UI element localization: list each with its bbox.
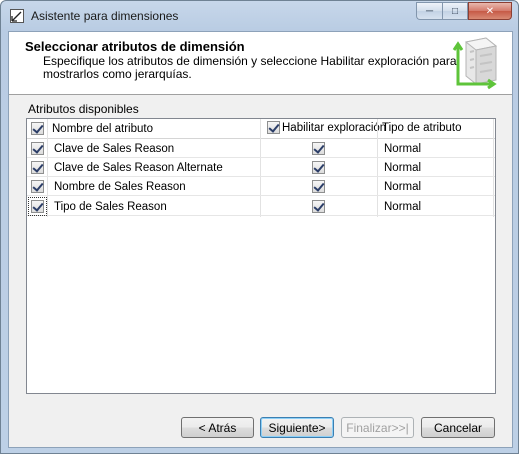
attribute-checkbox[interactable] bbox=[31, 142, 44, 155]
wizard-client-area: Seleccionar atributos de dimensión Espec… bbox=[8, 31, 513, 448]
maximize-icon: □ bbox=[451, 5, 459, 17]
attribute-checkbox[interactable] bbox=[31, 200, 44, 213]
column-header-name[interactable]: Nombre del atributo bbox=[52, 123, 153, 135]
wizard-window: Asistente para dimensiones ─ □ ✕ Selecci… bbox=[0, 0, 519, 454]
minimize-button[interactable]: ─ bbox=[416, 2, 442, 20]
finish-button[interactable]: Finalizar>>| bbox=[341, 417, 414, 438]
table-row[interactable]: Clave de Sales Reason Normal bbox=[27, 139, 495, 158]
wizard-header: Seleccionar atributos de dimensión Espec… bbox=[9, 32, 512, 95]
attribute-name: Clave de Sales Reason Alternate bbox=[54, 162, 223, 174]
page-title: Seleccionar atributos de dimensión bbox=[25, 39, 245, 54]
table-row[interactable]: Clave de Sales Reason Alternate Normal bbox=[27, 158, 495, 177]
page-description: Especifique los atributos de dimensión y… bbox=[43, 54, 457, 81]
attribute-type[interactable]: Normal bbox=[384, 162, 421, 174]
column-header-type[interactable]: Tipo de atributo bbox=[382, 122, 461, 134]
attribute-type[interactable]: Normal bbox=[384, 181, 421, 193]
table-row[interactable]: Tipo de Sales Reason Normal bbox=[27, 197, 495, 216]
dimension-cube-icon bbox=[452, 37, 498, 90]
caption-buttons: ─ □ ✕ bbox=[416, 2, 512, 20]
back-button[interactable]: < Atrás bbox=[181, 417, 254, 438]
cancel-button[interactable]: Cancelar bbox=[421, 417, 495, 438]
attribute-type[interactable]: Normal bbox=[384, 201, 421, 213]
table-row[interactable]: Nombre de Sales Reason Normal bbox=[27, 177, 495, 196]
attribute-name: Nombre de Sales Reason bbox=[54, 181, 186, 193]
title-bar[interactable]: Asistente para dimensiones ─ □ ✕ bbox=[1, 1, 518, 31]
select-all-checkbox[interactable] bbox=[31, 122, 44, 135]
grid-header: Nombre del atributo Habilitar exploració… bbox=[27, 119, 495, 139]
browse-checkbox[interactable] bbox=[312, 142, 325, 155]
attribute-name: Tipo de Sales Reason bbox=[54, 201, 167, 213]
close-button[interactable]: ✕ bbox=[468, 2, 512, 20]
browse-checkbox[interactable] bbox=[312, 180, 325, 193]
window-title: Asistente para dimensiones bbox=[31, 9, 179, 23]
browse-checkbox[interactable] bbox=[312, 200, 325, 213]
wizard-app-icon bbox=[10, 9, 24, 23]
attributes-grid: Nombre del atributo Habilitar exploració… bbox=[26, 118, 496, 394]
minimize-icon: ─ bbox=[425, 5, 434, 17]
attribute-type[interactable]: Normal bbox=[384, 143, 421, 155]
available-attributes-label: Atributos disponibles bbox=[28, 102, 139, 116]
maximize-button[interactable]: □ bbox=[442, 2, 468, 20]
attribute-checkbox[interactable] bbox=[31, 161, 44, 174]
close-icon: ✕ bbox=[485, 5, 495, 17]
browse-all-checkbox[interactable] bbox=[267, 121, 280, 134]
browse-checkbox[interactable] bbox=[312, 161, 325, 174]
column-header-browse[interactable]: Habilitar exploración bbox=[282, 122, 386, 134]
attribute-checkbox[interactable] bbox=[31, 180, 44, 193]
attribute-name: Clave de Sales Reason bbox=[54, 143, 175, 155]
next-button[interactable]: Siguiente> bbox=[260, 417, 334, 438]
